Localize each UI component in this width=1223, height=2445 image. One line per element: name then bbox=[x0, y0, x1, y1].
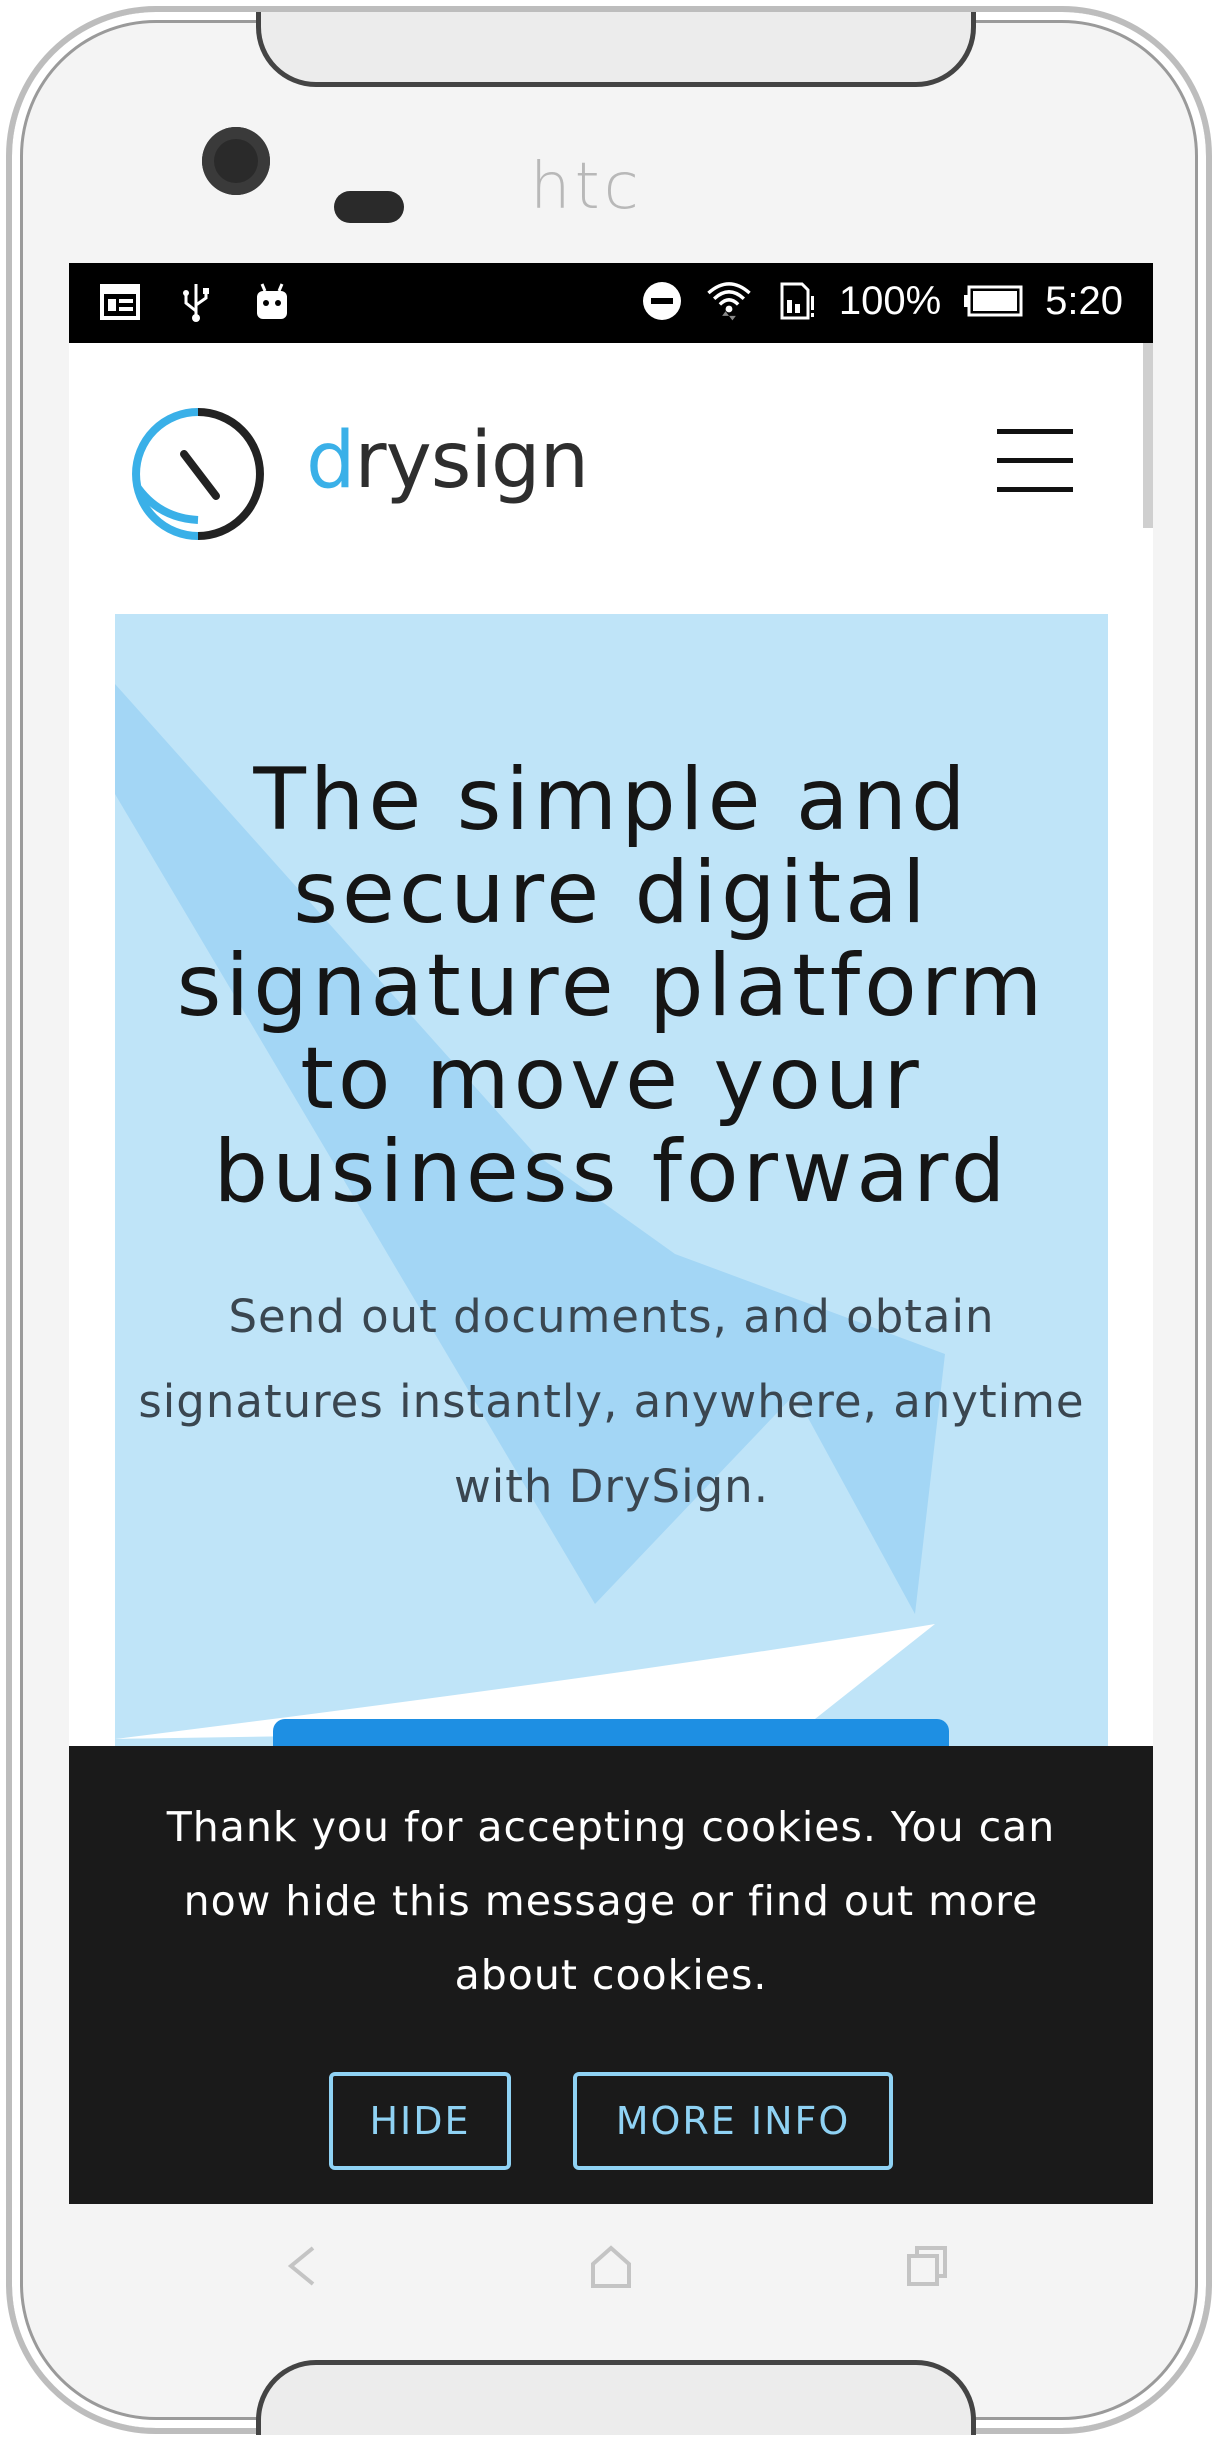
drysign-logo-text[interactable]: drysign bbox=[306, 416, 589, 506]
logo-text-rest: rysign bbox=[354, 416, 589, 506]
page-scrollbar[interactable] bbox=[1143, 343, 1153, 528]
menu-line-icon bbox=[997, 429, 1073, 434]
device-brand-logo: htc bbox=[530, 150, 643, 224]
battery-icon bbox=[964, 285, 1023, 317]
bottom-speaker bbox=[256, 2360, 976, 2435]
wifi-icon bbox=[707, 282, 751, 321]
hero-title: The simple and secure digital signature … bbox=[176, 750, 1047, 1222]
cookie-banner: Thank you for accepting cookies. You can… bbox=[69, 1746, 1153, 2204]
battery-percent: 100% bbox=[838, 278, 942, 323]
usb-icon bbox=[183, 284, 209, 322]
proximity-sensor bbox=[334, 191, 404, 223]
do-not-disturb-icon bbox=[642, 282, 681, 320]
home-icon[interactable] bbox=[587, 2242, 635, 2290]
site-header: drysign bbox=[69, 343, 1153, 573]
sim-card-icon bbox=[780, 282, 814, 320]
back-icon[interactable] bbox=[279, 2242, 325, 2290]
drysign-logo-icon[interactable] bbox=[130, 406, 266, 542]
hide-cookies-button[interactable]: HIDE bbox=[329, 2072, 511, 2170]
cookie-message: Thank you for accepting cookies. You can… bbox=[166, 1803, 1056, 1999]
more-info-button[interactable]: MORE INFO bbox=[573, 2072, 893, 2170]
status-bar: 100% 5:20 bbox=[69, 263, 1153, 343]
calendar-icon bbox=[100, 284, 140, 320]
phone-screen: 100% 5:20 drysign The simple and secure … bbox=[69, 263, 1153, 2204]
hamburger-menu-button[interactable] bbox=[997, 429, 1075, 493]
menu-line-icon bbox=[997, 487, 1073, 492]
logo-text-accent: d bbox=[306, 416, 356, 506]
hero-subtitle: Send out documents, and obtain signature… bbox=[138, 1290, 1085, 1513]
android-nav-bar bbox=[69, 2204, 1153, 2328]
android-icon bbox=[257, 283, 287, 319]
front-camera bbox=[202, 127, 270, 195]
top-speaker bbox=[256, 12, 976, 87]
recents-icon[interactable] bbox=[903, 2242, 951, 2290]
menu-line-icon bbox=[997, 458, 1073, 463]
status-time: 5:20 bbox=[1045, 278, 1123, 323]
